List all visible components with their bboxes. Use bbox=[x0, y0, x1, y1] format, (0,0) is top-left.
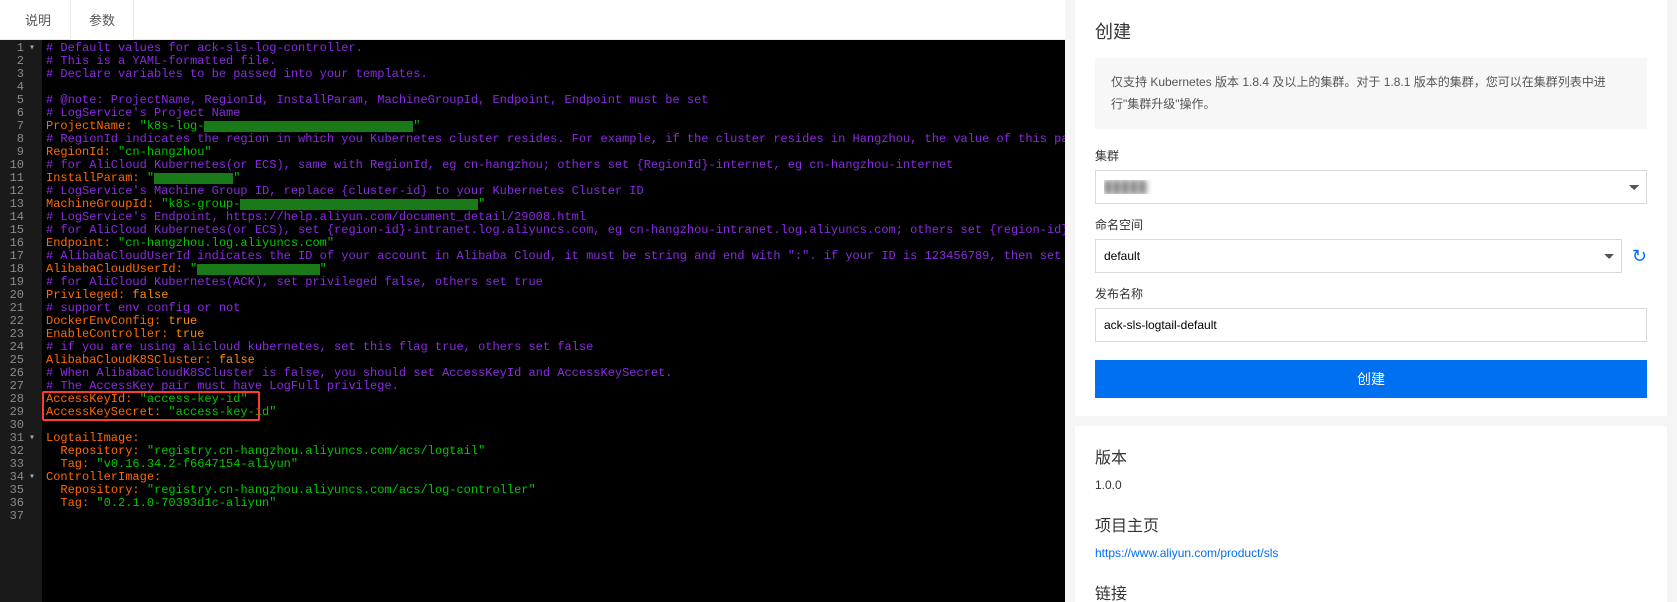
code-area[interactable]: # Default values for ack-sls-log-control… bbox=[42, 40, 1065, 602]
yaml-editor[interactable]: 1▾23456789101112131415161718192021222324… bbox=[0, 40, 1065, 602]
tabs-bar: 说明参数 bbox=[0, 0, 1065, 40]
code-line[interactable]: # support env config or not bbox=[46, 302, 1065, 315]
create-title: 创建 bbox=[1095, 18, 1647, 44]
links-title: 链接 bbox=[1095, 580, 1647, 602]
code-line[interactable]: # Declare variables to be passed into yo… bbox=[46, 68, 1065, 81]
meta-panel: 版本 1.0.0 项目主页 https://www.aliyun.com/pro… bbox=[1075, 426, 1667, 602]
line-number-gutter: 1▾23456789101112131415161718192021222324… bbox=[0, 40, 42, 602]
version-notice: 仅支持 Kubernetes 版本 1.8.4 及以上的集群。对于 1.8.1 … bbox=[1095, 58, 1647, 129]
version-title: 版本 bbox=[1095, 444, 1647, 468]
code-line[interactable]: # for AliCloud Kubernetes(ACK), set priv… bbox=[46, 276, 1065, 289]
homepage-title: 项目主页 bbox=[1095, 512, 1647, 536]
cluster-label: 集群 bbox=[1095, 147, 1647, 164]
code-line[interactable] bbox=[46, 510, 1065, 523]
release-name-label: 发布名称 bbox=[1095, 285, 1647, 302]
create-button[interactable]: 创建 bbox=[1095, 360, 1647, 398]
tab-params[interactable]: 参数 bbox=[70, 0, 134, 40]
version-value: 1.0.0 bbox=[1095, 478, 1647, 492]
homepage-link[interactable]: https://www.aliyun.com/product/sls bbox=[1095, 546, 1278, 560]
code-line[interactable] bbox=[46, 419, 1065, 432]
refresh-icon[interactable]: ↻ bbox=[1632, 246, 1647, 267]
code-line[interactable]: Tag: "0.2.1.0-70393d1c-aliyun" bbox=[46, 497, 1065, 510]
release-name-input[interactable] bbox=[1095, 308, 1647, 342]
namespace-label: 命名空间 bbox=[1095, 216, 1647, 233]
tab-desc[interactable]: 说明 bbox=[6, 0, 70, 39]
code-line[interactable]: Tag: "v0.16.34.2-f6647154-aliyun" bbox=[46, 458, 1065, 471]
namespace-select[interactable]: default bbox=[1095, 239, 1622, 273]
create-panel: 创建 仅支持 Kubernetes 版本 1.8.4 及以上的集群。对于 1.8… bbox=[1075, 0, 1667, 416]
code-line[interactable]: AccessKeySecret: "access-key-id" bbox=[46, 406, 1065, 419]
cluster-select[interactable]: █████ bbox=[1095, 170, 1647, 204]
